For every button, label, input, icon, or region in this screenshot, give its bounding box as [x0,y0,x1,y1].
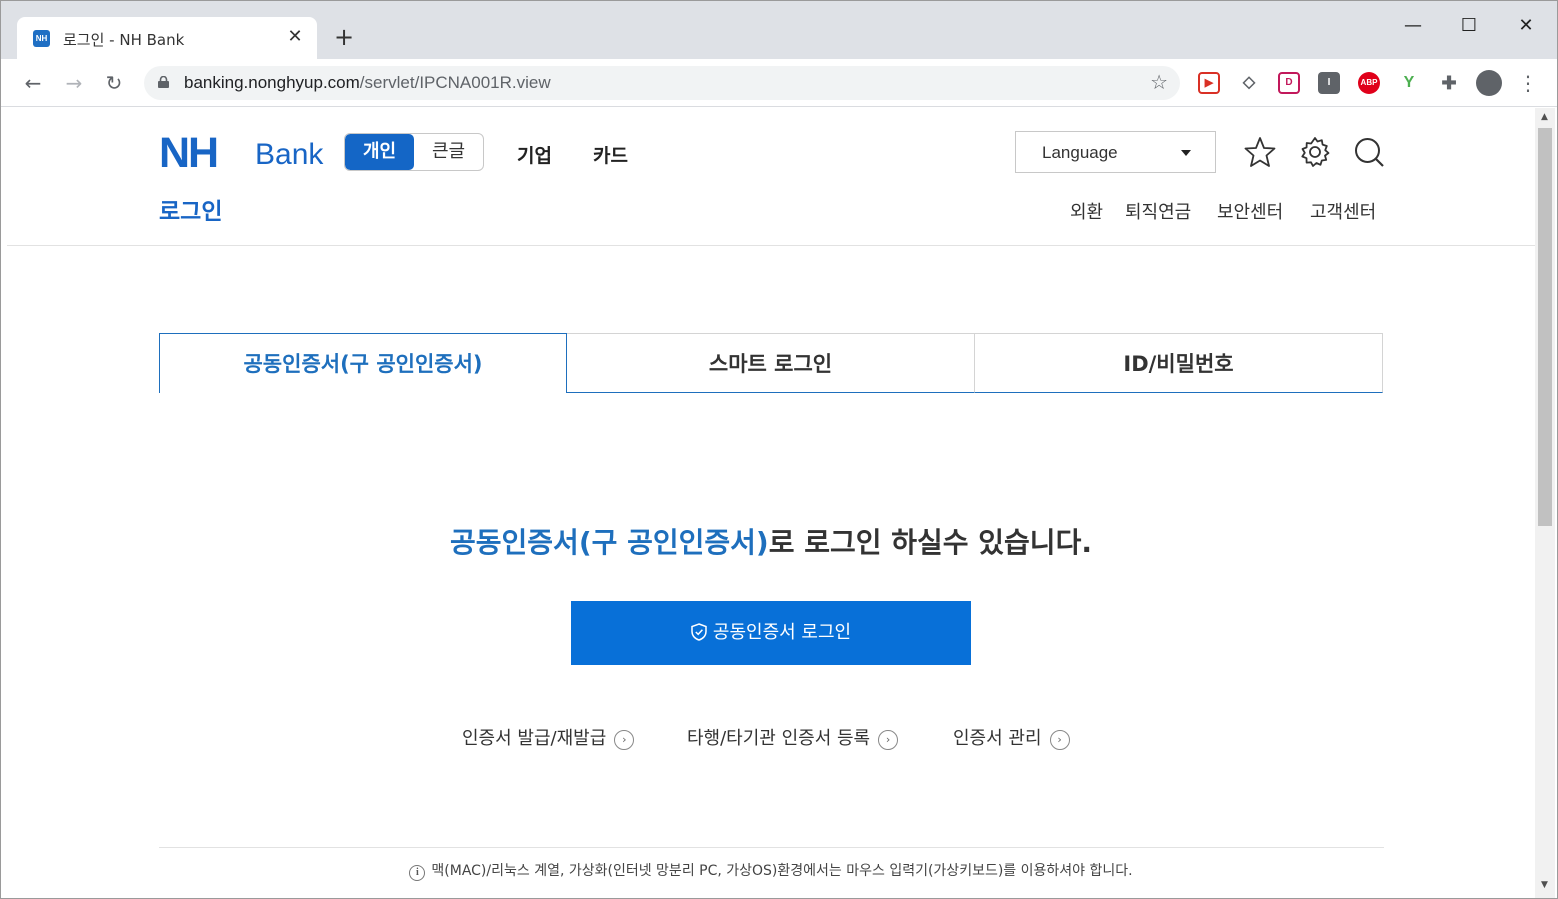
scrollbar-thumb[interactable] [1538,128,1552,526]
tab-id-password[interactable]: ID/비밀번호 [975,333,1383,393]
util-link-security[interactable]: 보안센터 [1217,198,1283,224]
chevron-right-icon: › [614,730,635,750]
forward-icon[interactable]: → [60,69,88,97]
environment-notice: i 맥(MAC)/리눅스 계열, 가상화(인터넷 망분리 PC, 가상OS)환경에… [7,860,1535,881]
address-bar[interactable]: banking.nonghyup.com/servlet/IPCNA001R.v… [144,66,1180,100]
tab-certificate[interactable]: 공동인증서(구 공인인증서) [159,333,567,393]
info-extension-icon[interactable]: I [1318,72,1340,94]
url-text: banking.nonghyup.com/servlet/IPCNA001R.v… [184,73,551,92]
settings-gear-icon[interactable] [1298,135,1332,169]
browser-window: NH 로그인 - NH Bank ✕ + — ☐ ✕ ← → ↻ banking… [0,0,1558,899]
link-manage-certificate[interactable]: 인증서 관리 › [953,724,1070,750]
browser-tab[interactable]: NH 로그인 - NH Bank ✕ [17,17,317,59]
nav-business[interactable]: 기업 [517,141,552,168]
certificate-login-button[interactable]: 공동인증서 로그인 [571,601,971,665]
shield-check-icon [691,623,707,641]
toggle-large-text[interactable]: 큰글 [414,134,483,170]
page-title: 로그인 [159,199,223,225]
new-tab-icon[interactable]: + [331,23,357,51]
util-link-support[interactable]: 고객센터 [1310,198,1376,224]
caret-down-icon [1181,150,1191,156]
nh-favicon-icon: NH [33,30,50,47]
plant-extension-icon[interactable]: Y [1398,72,1420,94]
browser-toolbar: ← → ↻ banking.nonghyup.com/servlet/IPCNA… [1,59,1557,107]
adblock-extension-icon[interactable]: ABP [1358,72,1380,94]
header-divider [7,245,1535,246]
page-viewport: NH Bank 개인 큰글 기업 카드 Language 로그인 외환 퇴직연금… [7,108,1535,898]
scroll-up-icon[interactable]: ▲ [1541,112,1548,122]
extensions-puzzle-icon[interactable]: ✚ [1438,72,1460,94]
util-link-forex[interactable]: 외환 [1070,198,1103,224]
chevron-right-icon: › [878,730,899,750]
footer-divider [159,847,1384,848]
chevron-right-icon: › [1049,730,1070,750]
link-register-other-certificate[interactable]: 타행/타기관 인증서 등록 › [687,724,899,750]
login-headline: 공동인증서(구 공인인증서)로 로그인 하실수 있습니다. [450,526,1092,559]
nav-card[interactable]: 카드 [593,141,628,168]
tag-extension-icon[interactable]: ◇ [1238,72,1260,94]
scroll-down-icon[interactable]: ▼ [1541,880,1548,890]
login-method-tabs: 공동인증서(구 공인인증서) 스마트 로그인 ID/비밀번호 [159,333,1383,393]
lock-icon [158,76,169,88]
media-extension-icon[interactable]: ▶ [1198,72,1220,94]
page-scrollbar[interactable]: ▲ ▼ [1535,108,1555,898]
toggle-personal[interactable]: 개인 [345,134,414,170]
util-link-pension[interactable]: 퇴직연금 [1125,198,1191,224]
close-window-icon[interactable]: ✕ [1512,15,1540,36]
search-icon[interactable] [1352,135,1386,169]
favorite-star-icon[interactable] [1243,135,1277,169]
close-tab-icon[interactable]: ✕ [285,26,305,47]
tab-smart-login[interactable]: 스마트 로그인 [567,333,975,393]
bookmark-star-icon[interactable]: ☆ [1150,70,1168,94]
back-icon[interactable]: ← [19,69,47,97]
maximize-icon[interactable]: ☐ [1455,15,1483,36]
minimize-icon[interactable]: — [1399,15,1427,36]
tab-title: 로그인 - NH Bank [63,31,185,49]
link-issue-certificate[interactable]: 인증서 발급/재발급 › [462,724,635,750]
tab-strip: NH 로그인 - NH Bank ✕ + — ☐ ✕ [1,1,1557,59]
language-select[interactable]: Language [1015,131,1216,173]
menu-kebab-icon[interactable]: ⋮ [1514,69,1542,97]
screen-extension-icon[interactable]: D [1278,72,1300,94]
reload-icon[interactable]: ↻ [100,69,128,97]
font-size-toggle: 개인 큰글 [344,133,484,171]
info-icon: i [409,865,426,881]
profile-avatar-icon[interactable] [1476,70,1502,96]
